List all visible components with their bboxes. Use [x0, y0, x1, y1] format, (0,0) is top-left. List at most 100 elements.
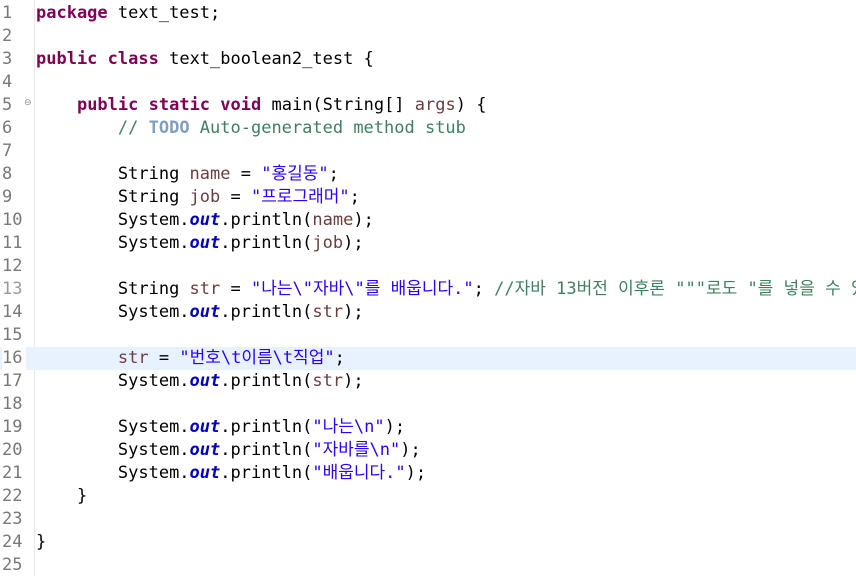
- code-line-3[interactable]: 3 public class text_boolean2_test {: [0, 48, 856, 71]
- code-token: );: [343, 302, 364, 322]
- code-text[interactable]: str = "번호\t이름\t직업";: [36, 347, 345, 370]
- code-line-25[interactable]: 25: [0, 554, 856, 577]
- line-number: 11: [2, 233, 23, 253]
- code-line-18[interactable]: 18: [0, 393, 856, 416]
- code-text[interactable]: System.out.println("자바를\n");: [36, 439, 421, 462]
- variable: str: [312, 302, 344, 322]
- code-line-23[interactable]: 23: [0, 508, 856, 531]
- string-literal: "홍길동": [261, 164, 329, 184]
- code-token: );: [384, 417, 406, 437]
- code-line-19[interactable]: 19 System.out.println("나는\n");: [0, 416, 856, 439]
- code-token: ) {: [455, 95, 487, 115]
- line-number: 3: [2, 49, 13, 69]
- code-line-17[interactable]: 17 System.out.println(str);: [0, 370, 856, 393]
- fold-collapse-icon[interactable]: ⊖: [24, 99, 33, 108]
- code-token: ;: [473, 279, 495, 299]
- code-text[interactable]: public class text_boolean2_test {: [36, 48, 374, 71]
- code-token: =: [230, 164, 262, 184]
- code-line-15[interactable]: 15: [0, 324, 856, 347]
- keyword: package: [36, 3, 108, 23]
- line-number: 19: [2, 417, 23, 437]
- line-number: 17: [2, 371, 23, 391]
- code-line-24[interactable]: 24 }: [0, 531, 856, 554]
- code-token: System.: [117, 440, 190, 460]
- static-field: out: [189, 302, 221, 322]
- code-token: .println(: [220, 440, 313, 460]
- code-text[interactable]: String job = "프로그래머";: [36, 186, 360, 209]
- code-line-1[interactable]: 1 package text_test;: [0, 2, 856, 25]
- keyword: static: [148, 95, 211, 115]
- string-literal: "나는\"자바\"를 배웁니다.": [250, 279, 474, 299]
- code-line-7[interactable]: 7: [0, 140, 856, 163]
- code-token: String: [117, 279, 190, 299]
- line-number: 1: [2, 3, 13, 23]
- code-text[interactable]: System.out.println(str);: [36, 370, 364, 393]
- code-editor[interactable]: 1 package text_test; 2 3 public class te…: [0, 0, 856, 576]
- code-text[interactable]: String str = "나는\"자바\"를 배웁니다."; //자바 13버…: [36, 278, 856, 301]
- code-line-13[interactable]: 13 String str = "나는\"자바\"를 배웁니다."; //자바 …: [0, 278, 856, 301]
- code-token: );: [405, 463, 427, 483]
- code-line-5[interactable]: 5 ⊖ public static void main(String[] arg…: [0, 94, 856, 117]
- line-number: 9: [2, 187, 13, 207]
- static-field: out: [189, 440, 221, 460]
- code-text[interactable]: System.out.println("배웁니다.");: [36, 462, 426, 485]
- code-line-10[interactable]: 10 System.out.println(name);: [0, 209, 856, 232]
- code-text[interactable]: package text_test;: [36, 2, 220, 25]
- code-text[interactable]: }: [36, 485, 87, 508]
- code-line-4[interactable]: 4: [0, 71, 856, 94]
- code-text[interactable]: public static void main(String[] args) {: [36, 94, 487, 117]
- code-token: );: [343, 371, 364, 391]
- code-token: .println(: [220, 210, 313, 230]
- code-token: ;: [334, 348, 345, 368]
- code-line-20[interactable]: 20 System.out.println("자바를\n");: [0, 439, 856, 462]
- line-number: 16: [2, 347, 26, 370]
- closing-brace: }: [76, 486, 88, 506]
- code-token: System.: [117, 371, 190, 391]
- string-literal: "배웁니다.": [312, 463, 406, 483]
- code-line-11[interactable]: 11 System.out.println(job);: [0, 232, 856, 255]
- static-field: out: [189, 210, 221, 230]
- code-token: =: [220, 279, 251, 299]
- static-field: out: [189, 233, 221, 253]
- code-line-22[interactable]: 22 }: [0, 485, 856, 508]
- line-number: 7: [2, 141, 13, 161]
- line-number: 12: [2, 256, 23, 276]
- code-token: );: [343, 233, 364, 253]
- line-number: 13: [2, 279, 23, 299]
- code-line-21[interactable]: 21 System.out.println("배웁니다.");: [0, 462, 856, 485]
- code-line-6[interactable]: 6 // TODO Auto-generated method stub: [0, 117, 856, 140]
- code-line-8[interactable]: 8 String name = "홍길동";: [0, 163, 856, 186]
- comment: //자바 13버전 이후론 """로도 "를 넣을 수 있다: [494, 279, 856, 299]
- code-line-16-current[interactable]: 16 str = "번호\t이름\t직업";: [0, 347, 856, 370]
- string-literal: "나는\n": [312, 417, 385, 437]
- code-token: System.: [117, 302, 190, 322]
- variable: str: [189, 279, 221, 299]
- code-text[interactable]: // TODO Auto-generated method stub: [36, 117, 466, 140]
- line-number: 15: [2, 325, 23, 345]
- line-number: 14: [2, 302, 23, 322]
- code-line-2[interactable]: 2: [0, 25, 856, 48]
- code-token: text_boolean2_test {: [158, 49, 374, 69]
- code-text[interactable]: }: [36, 531, 46, 554]
- code-line-14[interactable]: 14 System.out.println(str);: [0, 301, 856, 324]
- code-text[interactable]: System.out.println(name);: [36, 209, 374, 232]
- line-number: 18: [2, 394, 23, 414]
- code-text[interactable]: System.out.println(str);: [36, 301, 364, 324]
- variable: str: [117, 348, 149, 368]
- code-text[interactable]: System.out.println(job);: [36, 232, 364, 255]
- todo-tag: TODO: [148, 118, 190, 138]
- code-text[interactable]: String name = "홍길동";: [36, 163, 339, 186]
- code-line-9[interactable]: 9 String job = "프로그래머";: [0, 186, 856, 209]
- code-line-12[interactable]: 12: [0, 255, 856, 278]
- code-token: .println(: [220, 417, 313, 437]
- code-text[interactable]: System.out.println("나는\n");: [36, 416, 405, 439]
- static-field: out: [189, 417, 221, 437]
- code-token: ;: [328, 164, 339, 184]
- code-token: String: [117, 187, 190, 207]
- line-number: 5: [2, 95, 13, 115]
- code-token: ;: [349, 187, 360, 207]
- line-number: 25: [2, 555, 23, 575]
- code-token: );: [353, 210, 374, 230]
- line-number: 23: [2, 509, 23, 529]
- line-number: 20: [2, 440, 23, 460]
